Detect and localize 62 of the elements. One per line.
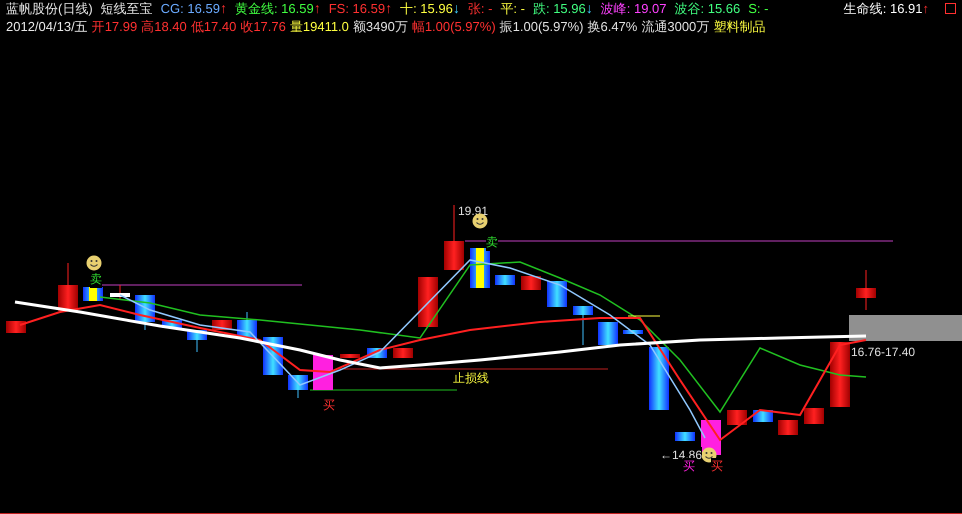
life-line-value: 生命线: 16.91	[844, 0, 922, 17]
candlestick	[288, 375, 308, 398]
arrow-icon: ↑	[314, 0, 321, 17]
candlestick	[6, 321, 26, 333]
quote-value: 额3490万	[352, 18, 408, 36]
smiley-icon	[86, 255, 102, 271]
quote-value: 振1.00(5.97%)	[500, 18, 584, 36]
arrow-icon: ↑	[385, 0, 392, 17]
candlestick	[187, 330, 207, 352]
price-label: 19.91	[458, 203, 488, 220]
indicator-value: 黄金线: 16.59	[234, 0, 314, 17]
candlestick	[573, 306, 593, 346]
quote-value: 换6.47%	[587, 18, 638, 36]
candlestick	[727, 410, 747, 425]
candlestick	[340, 354, 360, 358]
arrow-icon: ↓	[452, 0, 460, 17]
quote-value: 高18.40	[141, 18, 187, 36]
indicator-value: 波谷: 15.66	[674, 0, 740, 17]
quote-value: 塑料制品	[713, 18, 766, 36]
quote-value: 收17.76	[240, 18, 286, 36]
indicator-value: FS: 16.59	[328, 0, 386, 17]
candlestick	[110, 284, 130, 300]
indicator-value: 十: 15.96	[400, 0, 453, 17]
candlestick	[598, 322, 618, 345]
quote-value: 量19411.0	[290, 18, 349, 36]
candlestick	[237, 312, 257, 338]
candlestick	[58, 262, 78, 312]
indicator-value: S: -	[748, 0, 768, 17]
price-range-label: 16.76-17.40	[851, 344, 916, 361]
sell-signal: 卖	[486, 234, 498, 251]
candlestick	[470, 248, 490, 288]
candlestick	[547, 281, 567, 307]
indicator-value: 平: -	[500, 0, 525, 17]
candlestick	[495, 275, 515, 285]
arrow-icon: ↓	[586, 0, 593, 17]
quote-date: 2012/04/13/五	[6, 18, 88, 36]
candlestick	[804, 408, 824, 424]
quote-value: 幅1.00(5.97%)	[412, 18, 496, 36]
candlestick	[521, 276, 541, 290]
candlestick	[623, 330, 643, 334]
arrow-icon: ↑	[220, 0, 227, 17]
stock-title: 蓝帆股份(日线)	[6, 0, 93, 17]
stop-loss-label: 止损线	[453, 370, 489, 387]
candlestick	[830, 342, 850, 407]
arrow-icon: ↑	[922, 0, 929, 17]
candlestick	[856, 270, 876, 310]
candlestick	[393, 348, 413, 358]
indicator-value: 波峰: 19.07	[600, 0, 666, 17]
sell-signal: 卖	[90, 271, 102, 288]
candlestick	[418, 277, 438, 327]
indicator-name: 短线至宝	[100, 0, 153, 17]
candlestick	[649, 347, 669, 410]
indicator-value: CG: 16.59	[160, 0, 220, 17]
candlestick	[83, 287, 103, 301]
indicator-value: 跌: 15.96	[532, 0, 586, 17]
window-icon	[945, 3, 956, 14]
indicator-value: 张: -	[468, 0, 492, 17]
quote-value: 流通3000万	[641, 18, 710, 36]
candlestick	[778, 420, 798, 435]
quote-value: 低17.40	[190, 18, 236, 36]
candlestick	[675, 432, 695, 441]
quote-value: 开17.99	[92, 18, 138, 36]
